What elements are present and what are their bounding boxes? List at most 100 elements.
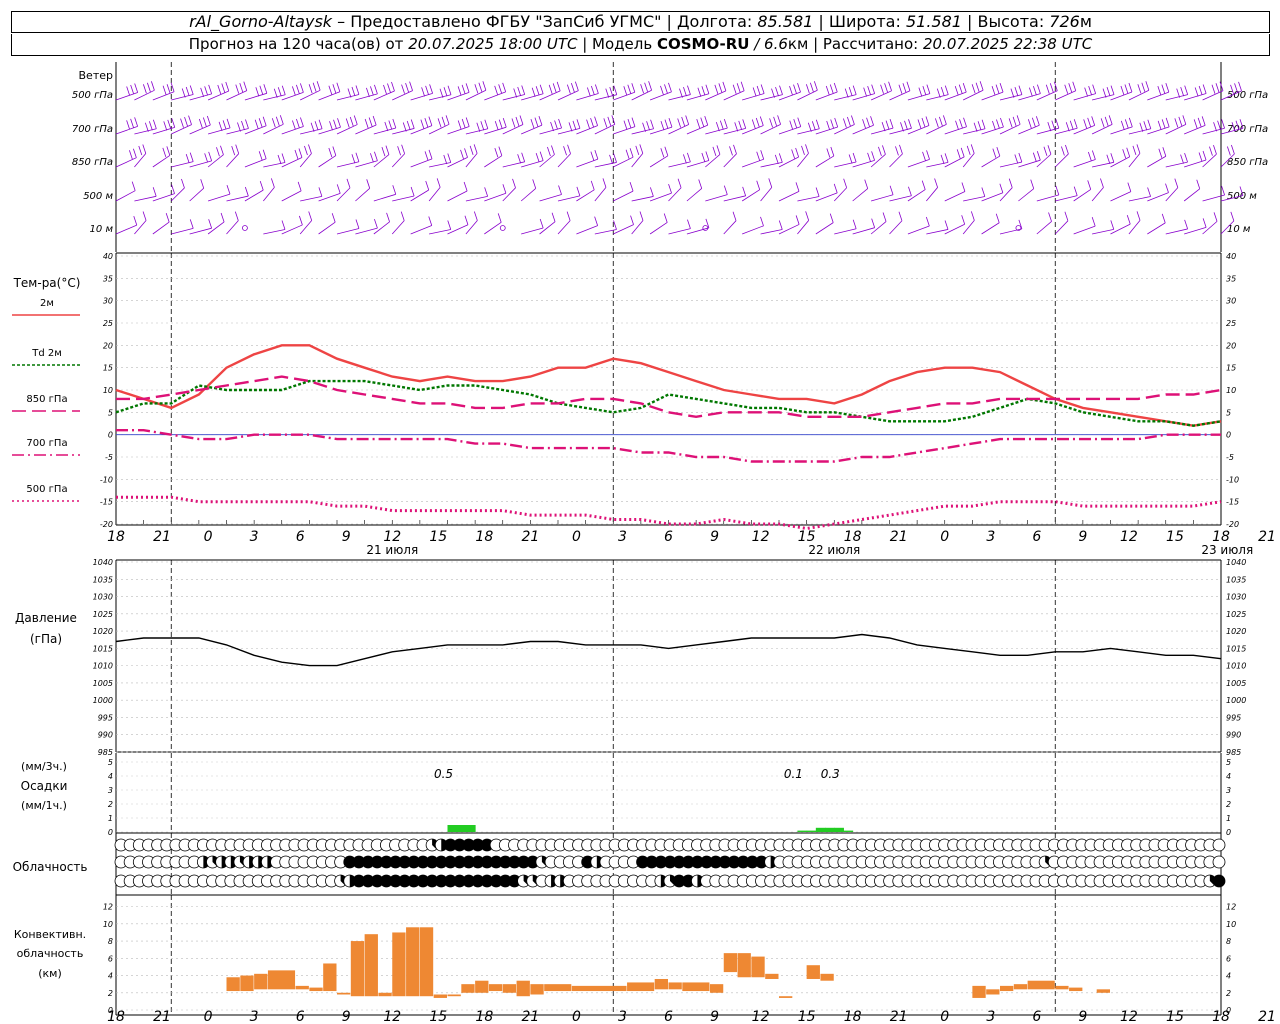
wind-barb-flag [447, 220, 452, 230]
wind-barb-flag [406, 120, 411, 131]
wind-barb-flag [1180, 154, 1184, 164]
wind-barb-flag [1157, 120, 1162, 131]
wind-barb-flag [646, 121, 650, 131]
wind-barb [1018, 124, 1040, 135]
wind-barb-flag [498, 146, 503, 156]
wind-barb-flag [732, 211, 737, 221]
wind-barb [557, 128, 581, 135]
wind-barb [355, 124, 377, 135]
wind-barb-flag [1091, 150, 1096, 160]
precip-bar [447, 825, 458, 832]
wind-barb [760, 123, 781, 135]
wind-barb-flag [944, 85, 949, 95]
wind-barb-flag [697, 87, 702, 97]
conv-cloud-bar [392, 932, 406, 997]
wind-barb-flag [1221, 119, 1225, 129]
hour-tick-label: 12 [1120, 529, 1138, 545]
pressure-tick-label-right: 990 [1226, 731, 1241, 740]
wind-barb-flag [1165, 117, 1170, 128]
wind-barb-flag [297, 181, 302, 191]
wind-barb-flag [1213, 212, 1218, 222]
wind-barb-flag [517, 86, 522, 97]
conv-cloud-bar [323, 963, 337, 992]
wind-barb [576, 93, 599, 101]
wind-barb-flag [922, 85, 927, 96]
wind-barb-flag [696, 119, 701, 129]
wind-barb [962, 220, 975, 235]
wind-barb-flag [586, 87, 591, 97]
wind-barb [226, 195, 249, 202]
wind-barb-flag [460, 149, 464, 159]
wind-barb [613, 126, 636, 135]
pressure-tick-label-right: 1005 [1226, 679, 1246, 688]
wind-barb-flag [572, 120, 577, 131]
conv-cloud-bar [254, 973, 268, 990]
hour-tick-label-bottom: 12 [383, 1009, 401, 1024]
wind-barb-flag [1182, 115, 1187, 125]
wind-barb-flag [473, 211, 478, 221]
conv-cloud-bar [226, 977, 240, 992]
wind-barb [447, 126, 470, 135]
wind-barb-flag [1064, 211, 1069, 221]
wind-barb-flag [558, 185, 562, 195]
wind-barb-flag [862, 119, 866, 129]
hour-tick-label: 0 [572, 529, 581, 545]
wind-barb-flag [143, 84, 147, 94]
wind-barb [1128, 196, 1151, 202]
conv-cloud-bar [765, 973, 779, 979]
wind-barb-flag [429, 84, 433, 94]
cloud-symbol [1212, 855, 1226, 869]
wind-barb-flag [374, 84, 378, 94]
wind-barb-flag [926, 150, 930, 160]
wind-barb-flag [664, 84, 668, 94]
pressure-tick-label: 990 [98, 731, 113, 740]
wind-barb-flag [539, 151, 544, 161]
wind-barb [944, 126, 967, 135]
wind-barb-flag [975, 82, 980, 92]
wind-barb [115, 224, 137, 235]
precip-tick-label-right: 4 [1226, 772, 1231, 781]
wind-barb-flag [834, 117, 839, 128]
wind-barb-flag [644, 82, 648, 92]
wind-barb [1147, 91, 1169, 101]
wind-barb [539, 127, 562, 135]
wind-barb-flag [607, 116, 612, 126]
wind-barb-flag [904, 120, 908, 130]
wind-barb-flag [134, 83, 139, 93]
wind-barb-flag [275, 116, 280, 126]
wind-barb-flag [863, 87, 868, 97]
wind-barb [852, 188, 868, 202]
temp-tick-label-right: -15 [1226, 498, 1239, 507]
wind-title: Ветер [79, 69, 113, 82]
wind-barb-flag [679, 88, 683, 98]
wind-barb-flag [1073, 186, 1078, 196]
wind-barb-flag [476, 122, 481, 132]
temp-legend-label: 700 гПа [26, 438, 67, 449]
wind-barb-flag [1213, 122, 1217, 132]
wind-barb [797, 128, 820, 135]
wind-barb-flag [723, 185, 728, 195]
wind-barb-flag [805, 84, 810, 94]
wind-barb-flag [852, 219, 857, 229]
wind-barb-flag [185, 86, 190, 97]
wind-barb [1091, 161, 1114, 168]
wind-barb-flag [1132, 145, 1137, 156]
wind-barb-flag [1110, 220, 1115, 230]
wind-barb-flag [1008, 118, 1013, 128]
wind-barb-flag [1143, 121, 1148, 131]
conv-cloud-bar [1069, 987, 1083, 992]
wind-barb-flag [594, 216, 599, 226]
wind-barb-flag [131, 181, 136, 191]
wind-barb [797, 153, 809, 168]
wind-barb-flag [844, 88, 849, 98]
wind-barb-flag [270, 178, 275, 188]
wind-barb-flag [1122, 149, 1127, 159]
wind-barb-flag [687, 152, 691, 163]
wind-barb [1092, 229, 1114, 235]
wind-barb [300, 195, 322, 202]
pressure-tick-label-right: 1025 [1226, 610, 1246, 619]
wind-barb-flag [866, 117, 870, 127]
conv-tick-label: 10 [103, 920, 113, 929]
wind-barb-flag [447, 153, 452, 163]
precip-bar [456, 825, 467, 832]
